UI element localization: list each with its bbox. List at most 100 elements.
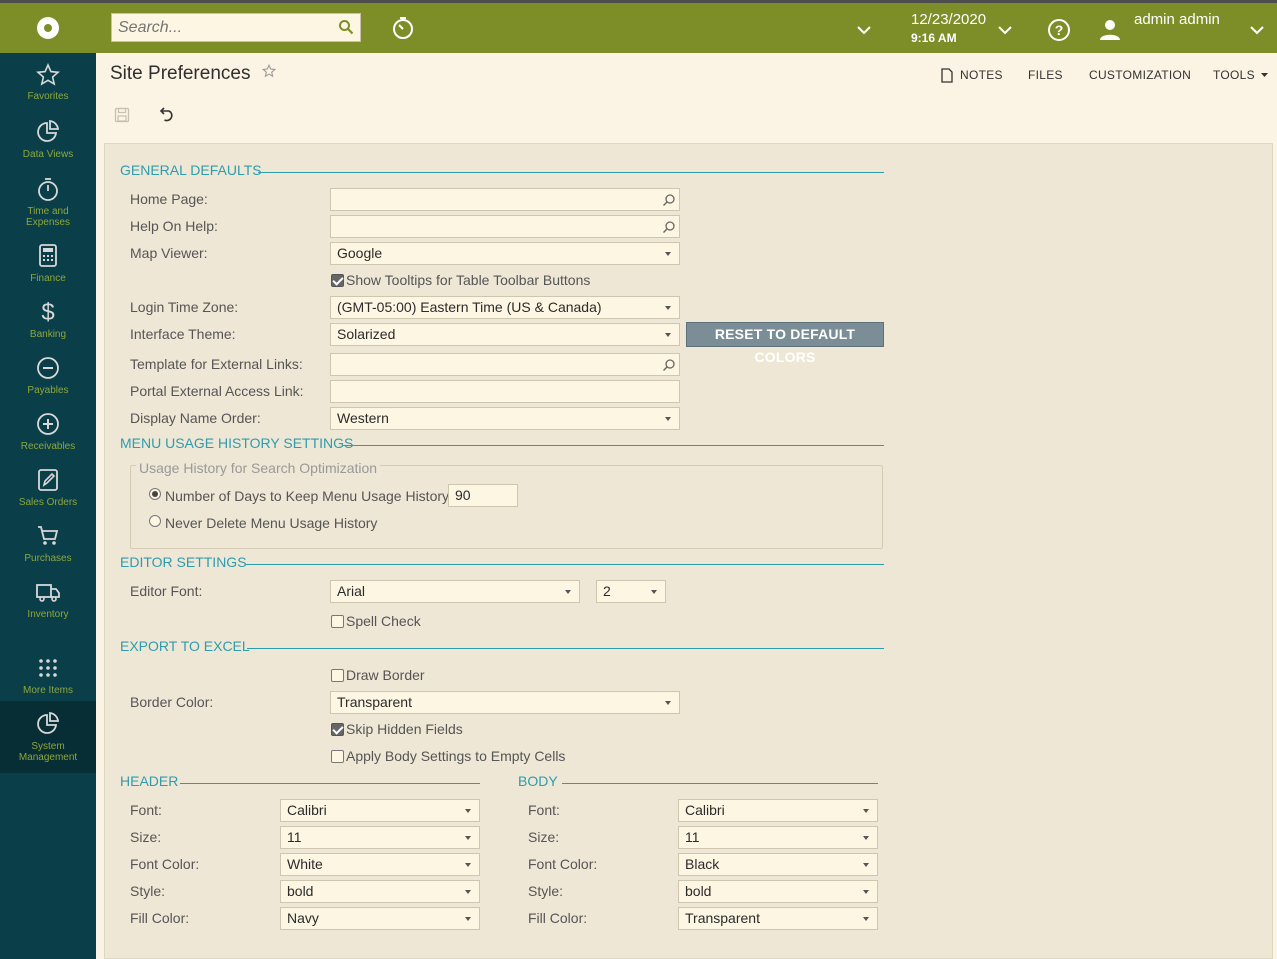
template-external-links-label: Template for External Links: <box>130 356 303 372</box>
help-on-help-field[interactable] <box>330 215 680 238</box>
lookup-icon[interactable] <box>662 358 676 372</box>
lookup-icon[interactable] <box>662 193 676 207</box>
keep-days-input[interactable]: 90 <box>448 484 518 507</box>
header-fill-color-select[interactable]: Navy <box>280 907 480 930</box>
interface-theme-select[interactable]: Solarized <box>330 323 680 346</box>
map-viewer-select[interactable]: Google <box>330 242 680 265</box>
chevron-down-icon[interactable] <box>857 26 871 35</box>
editor-font-label: Editor Font: <box>130 583 203 599</box>
portal-access-link-field[interactable] <box>330 380 680 403</box>
sidebar-item-system-management[interactable]: System Management <box>0 701 96 773</box>
body-font-select[interactable]: Calibri <box>678 799 878 822</box>
sidebar: Favorites Data Views Time and Expenses F… <box>0 53 96 959</box>
truck-icon <box>36 584 60 602</box>
section-divider <box>562 783 878 784</box>
header-style-select[interactable]: bold <box>280 880 480 903</box>
tools-menu[interactable]: TOOLS <box>1213 68 1255 82</box>
header-font-color-label: Font Color: <box>130 856 200 872</box>
user-chevron-down-icon[interactable] <box>1250 26 1264 35</box>
lookup-icon[interactable] <box>662 220 676 234</box>
chevron-down-icon <box>465 809 471 813</box>
header-size-label: Size: <box>130 829 162 845</box>
header-font-color-select[interactable]: White <box>280 853 480 876</box>
body-font-color-select[interactable]: Black <box>678 853 878 876</box>
body-fill-color-value: Transparent <box>685 910 760 926</box>
sidebar-item-favorites[interactable]: Favorites <box>0 63 96 102</box>
customization-link[interactable]: CUSTOMIZATION <box>1089 68 1191 82</box>
body-fill-color-label: Fill Color: <box>528 910 588 926</box>
spell-check-checkbox[interactable] <box>331 615 344 628</box>
favorite-star-icon[interactable] <box>262 64 276 78</box>
interface-theme-value: Solarized <box>337 326 396 342</box>
display-name-order-select[interactable]: Western <box>330 407 680 430</box>
sidebar-item-payables[interactable]: Payables <box>0 355 96 396</box>
header-size-select[interactable]: 11 <box>280 826 480 849</box>
date-display[interactable]: 12/23/2020 9:16 AM <box>911 11 986 47</box>
home-page-field[interactable] <box>330 188 680 211</box>
header-fill-color-value: Navy <box>287 910 319 926</box>
body-font-color-value: Black <box>685 856 720 872</box>
search-input[interactable] <box>112 14 332 41</box>
search-icon[interactable] <box>338 19 354 35</box>
sidebar-item-purchases[interactable]: Purchases <box>0 523 96 564</box>
login-time-zone-select[interactable]: (GMT-05:00) Eastern Time (US & Canada) <box>330 296 680 319</box>
files-link[interactable]: FILES <box>1028 68 1063 82</box>
editor-font-select[interactable]: Arial <box>330 580 580 603</box>
notes-icon[interactable] <box>941 68 953 83</box>
calculator-icon <box>39 244 57 267</box>
body-style-select[interactable]: bold <box>678 880 878 903</box>
logo-icon[interactable] <box>0 3 96 53</box>
top-bar: 12/23/2020 9:16 AM ? admin admin <box>0 0 1277 53</box>
sidebar-item-inventory[interactable]: Inventory <box>0 579 96 620</box>
border-color-select[interactable]: Transparent <box>330 691 680 714</box>
apply-body-settings-checkbox[interactable] <box>331 750 344 763</box>
date-chevron-down-icon[interactable] <box>998 26 1012 35</box>
spell-check-label: Spell Check <box>346 613 421 629</box>
date-text: 12/23/2020 <box>911 11 987 28</box>
header-fill-color-label: Fill Color: <box>130 910 190 926</box>
keep-days-radio[interactable] <box>149 488 161 500</box>
body-font-label: Font: <box>528 802 560 818</box>
help-icon[interactable]: ? <box>1047 18 1071 42</box>
sidebar-item-receivables[interactable]: Receivables <box>0 411 96 452</box>
chevron-down-icon <box>665 306 671 310</box>
chevron-down-icon <box>863 917 869 921</box>
body-fill-color-select[interactable]: Transparent <box>678 907 878 930</box>
notes-link[interactable]: NOTES <box>960 68 1003 82</box>
reset-default-colors-button[interactable]: RESET TO DEFAULT COLORS <box>686 322 884 365</box>
sidebar-item-finance[interactable]: Finance <box>0 243 96 284</box>
search-box[interactable] <box>111 13 361 42</box>
user-name[interactable]: admin admin <box>1134 11 1220 28</box>
time-text: 9:16 AM <box>911 31 957 45</box>
header-font-select[interactable]: Calibri <box>280 799 480 822</box>
body-size-label: Size: <box>528 829 560 845</box>
display-name-order-value: Western <box>337 410 389 426</box>
chevron-down-icon <box>863 863 869 867</box>
body-font-value: Calibri <box>685 802 725 818</box>
sidebar-item-sales-orders[interactable]: Sales Orders <box>0 467 96 508</box>
sidebar-item-data-views[interactable]: Data Views <box>0 119 96 160</box>
sidebar-item-more-items[interactable]: More Items <box>0 655 96 696</box>
sidebar-item-label: Time and Expenses <box>26 206 70 228</box>
section-divider <box>343 445 884 446</box>
body-size-select[interactable]: 11 <box>678 826 878 849</box>
user-icon[interactable] <box>1099 18 1121 42</box>
editor-font-size-select[interactable]: 2 <box>596 580 666 603</box>
draw-border-checkbox[interactable] <box>331 669 344 682</box>
skip-hidden-fields-checkbox[interactable] <box>331 723 344 736</box>
template-external-links-field[interactable] <box>330 353 680 376</box>
show-tooltips-checkbox[interactable] <box>331 274 344 287</box>
sidebar-item-time-expenses[interactable]: Time and Expenses <box>0 176 96 228</box>
section-divider <box>247 648 884 649</box>
sidebar-item-label: Payables <box>27 385 69 396</box>
chevron-down-icon <box>665 333 671 337</box>
history-icon[interactable] <box>391 16 415 40</box>
undo-icon[interactable] <box>158 107 175 122</box>
never-delete-radio[interactable] <box>149 515 161 527</box>
header-font-color-value: White <box>287 856 323 872</box>
tools-caret-icon[interactable] <box>1261 73 1268 77</box>
save-icon[interactable] <box>114 107 130 123</box>
sidebar-item-banking[interactable]: $ Banking <box>0 299 96 340</box>
chevron-down-icon <box>465 863 471 867</box>
login-time-zone-value: (GMT-05:00) Eastern Time (US & Canada) <box>337 299 602 315</box>
